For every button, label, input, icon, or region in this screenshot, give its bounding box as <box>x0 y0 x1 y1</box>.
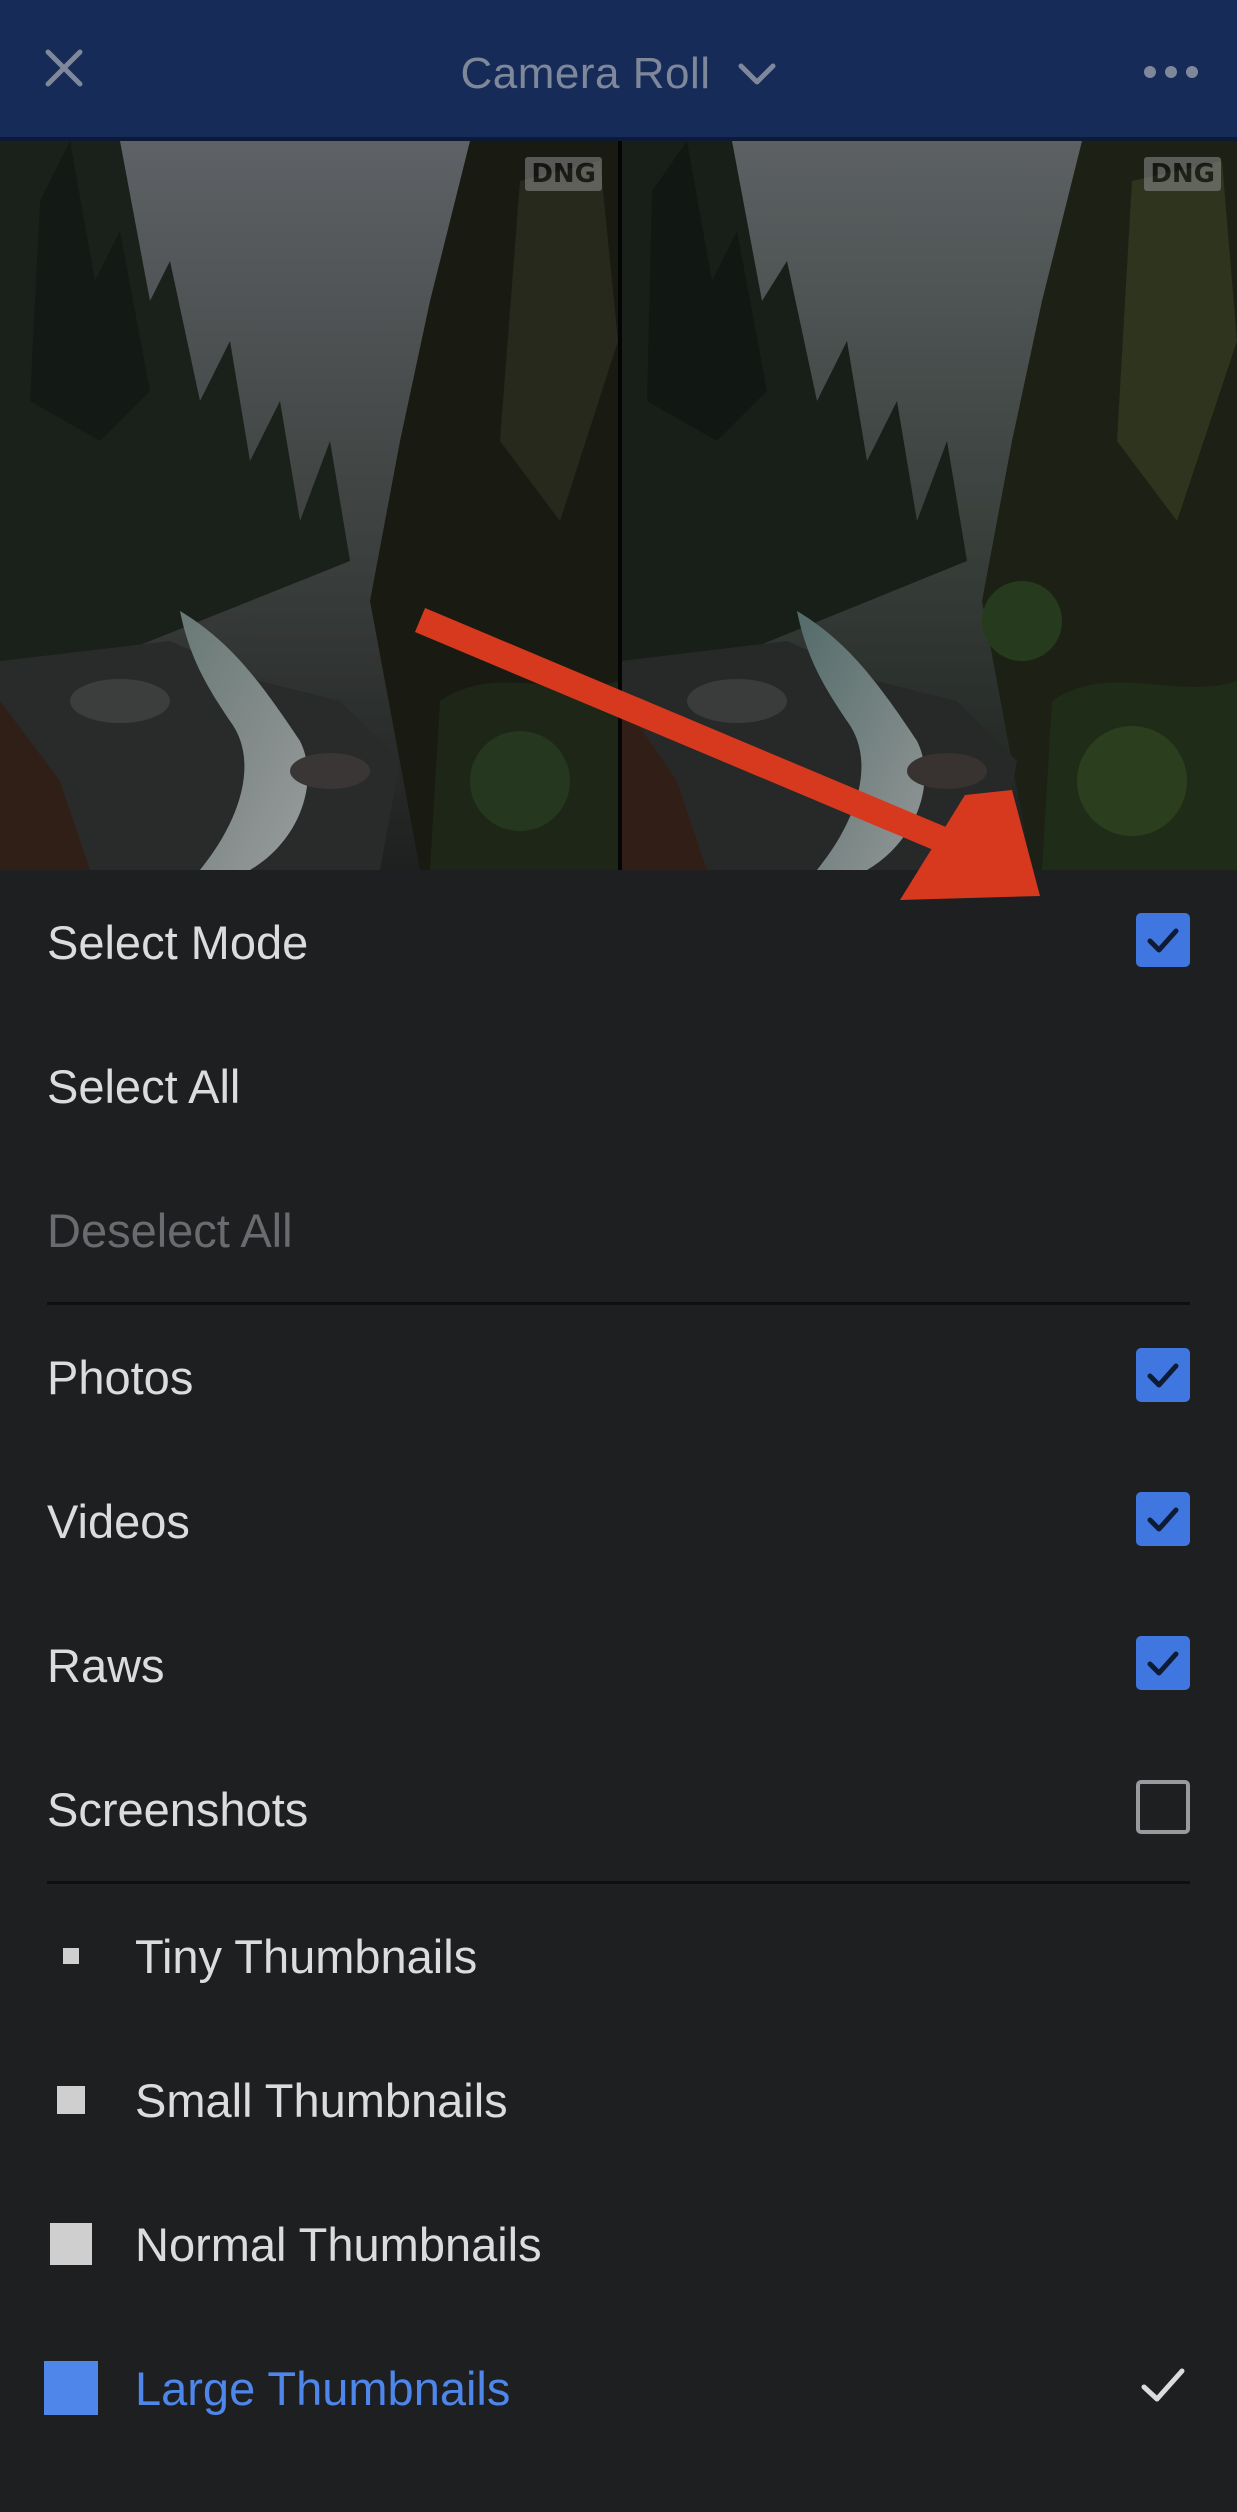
thumbnail-size-tiny[interactable]: Tiny Thumbnails <box>41 1884 1190 2028</box>
filter-label: Raws <box>47 1638 165 1692</box>
forest-river-image <box>622 141 1237 870</box>
thumbnail-size-label: Normal Thumbnails <box>135 2217 542 2271</box>
photo-thumbnail[interactable]: DNG <box>622 141 1237 870</box>
checkmark-icon <box>1147 928 1179 953</box>
thumbnail-size-large[interactable]: Large Thumbnails <box>41 2316 1190 2460</box>
menu-item-label: Deselect All <box>47 1203 293 1257</box>
raw-format-badge: DNG <box>525 157 602 191</box>
checkmark-icon <box>1147 1651 1179 1676</box>
menu-item-select-all[interactable]: Select All <box>47 1014 1190 1158</box>
page-title: Camera Roll <box>460 49 711 98</box>
thumbnail-size-label: Tiny Thumbnails <box>135 1929 478 1983</box>
options-menu: Select Mode Select All Deselect All Phot… <box>0 870 1237 2512</box>
thumbnail-size-label: Large Thumbnails <box>135 2361 511 2415</box>
photos-checkbox[interactable] <box>1136 1348 1190 1402</box>
tiny-thumbnail-icon <box>41 1926 101 1986</box>
menu-item-label: Select Mode <box>47 915 309 969</box>
menu-item-deselect-all: Deselect All <box>47 1158 1190 1302</box>
photo-grid: DNG DNG <box>0 141 1237 870</box>
chevron-down-icon <box>738 63 775 85</box>
filter-label: Screenshots <box>47 1782 309 1836</box>
select-mode-checkbox[interactable] <box>1136 913 1190 967</box>
normal-thumbnail-icon <box>41 2214 101 2274</box>
forest-river-image <box>0 141 618 870</box>
photo-thumbnail[interactable]: DNG <box>0 141 618 870</box>
more-horizontal-icon <box>1144 66 1198 78</box>
videos-checkbox[interactable] <box>1136 1492 1190 1546</box>
screenshots-checkbox[interactable] <box>1136 1780 1190 1834</box>
large-thumbnail-icon <box>41 2358 101 2418</box>
raw-format-badge: DNG <box>1144 157 1221 191</box>
menu-item-select-mode[interactable]: Select Mode <box>47 870 1190 1014</box>
filter-item-photos[interactable]: Photos <box>47 1305 1190 1449</box>
filter-item-screenshots[interactable]: Screenshots <box>47 1737 1190 1881</box>
filter-item-videos[interactable]: Videos <box>47 1449 1190 1593</box>
raws-checkbox[interactable] <box>1136 1636 1190 1690</box>
album-selector[interactable]: Camera Roll <box>0 40 1237 108</box>
filter-label: Videos <box>47 1494 190 1548</box>
thumbnail-size-normal[interactable]: Normal Thumbnails <box>41 2172 1190 2316</box>
filter-label: Photos <box>47 1350 194 1404</box>
checkmark-icon <box>1147 1507 1179 1532</box>
small-thumbnail-icon <box>41 2070 101 2130</box>
selected-checkmark-icon <box>1141 2368 1185 2402</box>
thumbnail-size-label: Small Thumbnails <box>135 2073 508 2127</box>
filter-item-raws[interactable]: Raws <box>47 1593 1190 1737</box>
top-bar: Camera Roll <box>0 0 1237 141</box>
more-options-button[interactable] <box>1135 52 1207 92</box>
menu-item-label: Select All <box>47 1059 241 1113</box>
checkmark-icon <box>1147 1363 1179 1388</box>
thumbnail-size-small[interactable]: Small Thumbnails <box>41 2028 1190 2172</box>
